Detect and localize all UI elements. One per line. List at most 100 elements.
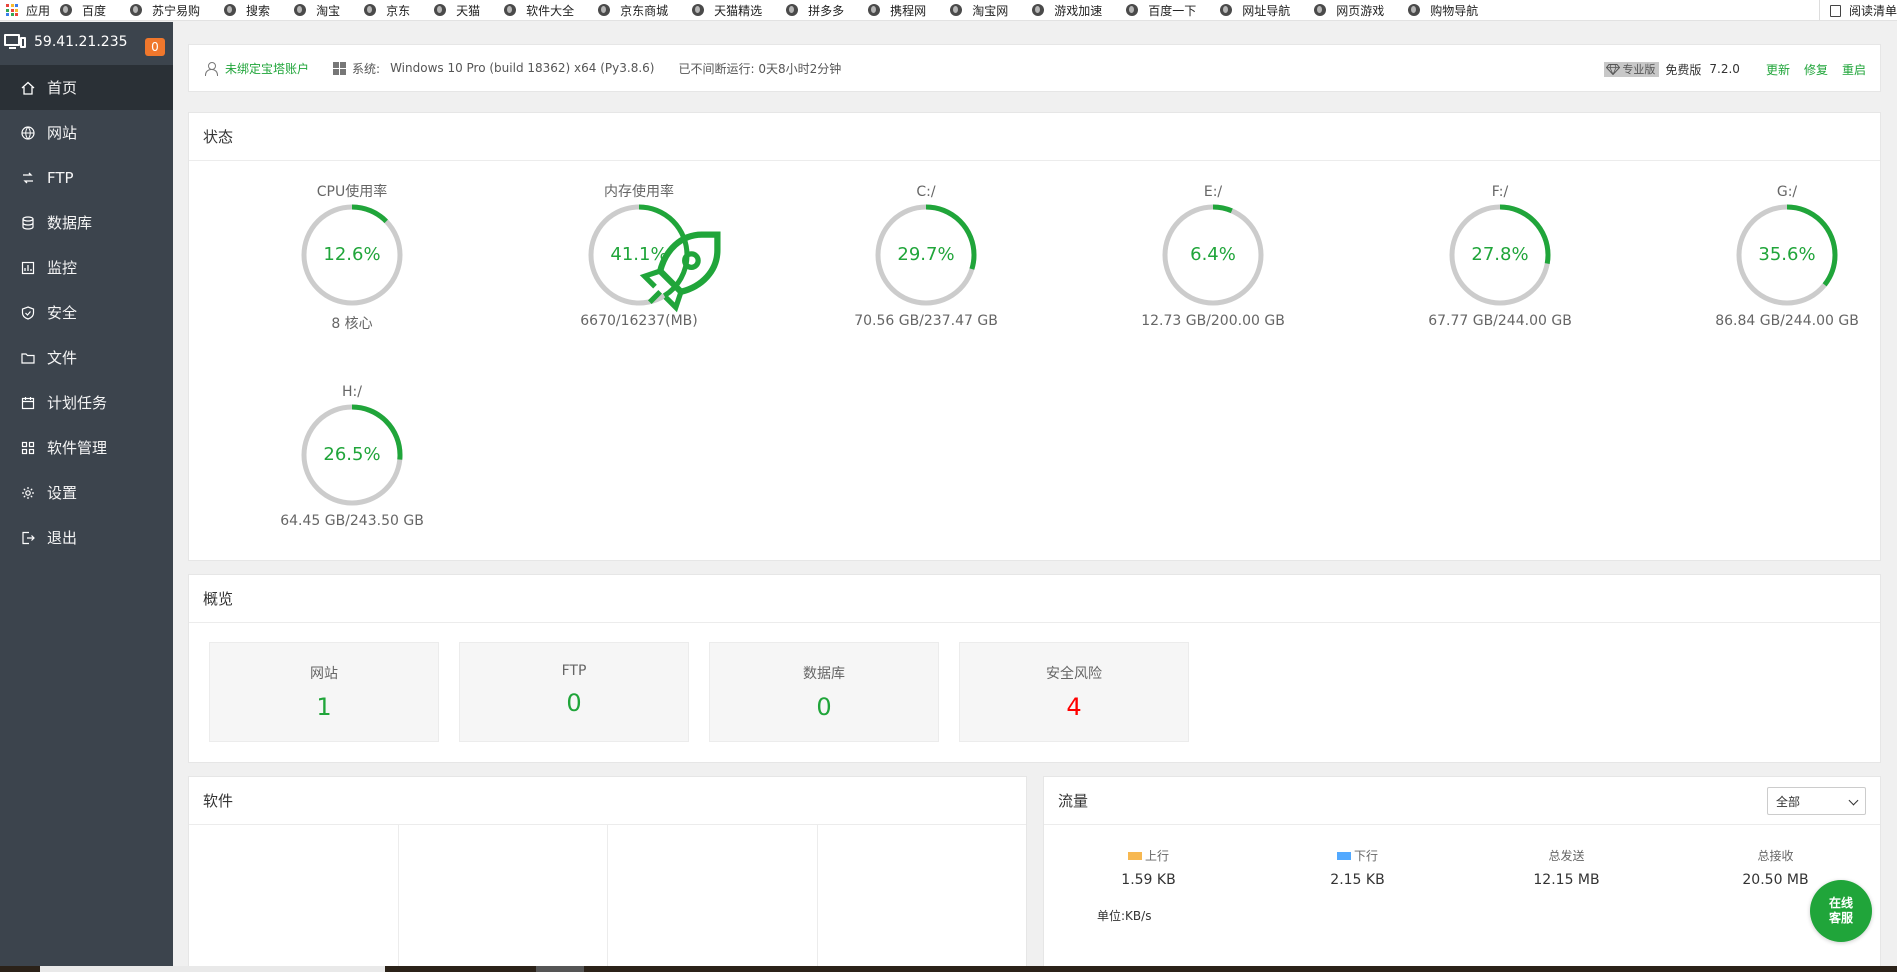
overview-card-value: 1 — [316, 693, 332, 721]
overview-card-label: 安全风险 — [1046, 666, 1102, 682]
overview-card[interactable]: 安全风险 4 — [959, 642, 1189, 742]
bookmark-item[interactable]: 京东 — [364, 2, 410, 19]
overview-card-value: 0 — [566, 689, 582, 717]
logout-icon — [21, 531, 35, 545]
gauge-detail: 12.73 GB/200.00 GB — [1141, 313, 1285, 329]
bookmark-label: 淘宝网 — [972, 3, 1009, 18]
sidebar-item-2[interactable]: FTP — [0, 155, 173, 200]
software-slot[interactable] — [189, 825, 399, 972]
runtime-text: 已不间断运行: 0天8小时2分钟 — [678, 61, 842, 76]
sidebar-item-6[interactable]: 文件 — [0, 335, 173, 380]
pro-edition-badge[interactable]: 专业版 — [1604, 61, 1660, 77]
gauge-card[interactable]: C:/ 29.7% 70.56 GB/237.47 GB — [826, 181, 1026, 329]
gauge-card[interactable]: E:/ 6.4% 12.73 GB/200.00 GB — [1113, 181, 1313, 329]
globe-icon — [294, 4, 307, 16]
sidebar-item-5[interactable]: 安全 — [0, 290, 173, 335]
sidebar-item-label: 设置 — [47, 484, 78, 502]
gauge-card[interactable]: H:/ 26.5% 64.45 GB/243.50 GB — [252, 381, 452, 529]
bookmark-label: 百度 — [82, 3, 107, 18]
gauge-label: C:/ — [916, 184, 936, 200]
bookmark-item[interactable]: 百度一下 — [1126, 2, 1196, 19]
bind-account-link[interactable]: 未绑定宝塔账户 — [189, 60, 309, 77]
gauge-label: H:/ — [342, 384, 362, 400]
repair-link[interactable]: 修复 — [1804, 61, 1828, 78]
traffic-stats: 上行 1.59 KB 下行 2.15 KB 总发送 12.15 MB 总接收 20.50 MB — [1044, 825, 1880, 888]
sidebar-item-label: 退出 — [47, 529, 78, 547]
gauge-card[interactable]: G:/ 35.6% 86.84 GB/244.00 GB — [1687, 181, 1887, 329]
bookmark-label: 淘宝 — [316, 3, 341, 18]
traffic-filter-select[interactable]: 全部 — [1767, 787, 1866, 815]
overview-card[interactable]: 网站 1 — [209, 642, 439, 742]
apps-shortcut[interactable]: 应用 — [0, 2, 50, 19]
bookmark-item[interactable]: 天猫 — [434, 2, 480, 19]
overview-card-label: FTP — [561, 663, 587, 679]
bookmark-label: 软件大全 — [526, 3, 575, 18]
software-slot[interactable] — [818, 825, 1027, 972]
ftp-icon — [21, 171, 35, 185]
gauge-card[interactable]: 内存使用率 41.1% 6670/16237(MB) — [539, 181, 739, 329]
sidebar: 59.41.21.235 0 首页 网站 FTP 数据库 监控 安全 文件 计划任务 软件管理设… — [0, 22, 173, 972]
bookmark-item[interactable]: 京东商城 — [598, 2, 668, 19]
sidebar-item-9[interactable]: 设置 — [0, 470, 173, 515]
bookmark-item[interactable]: 网址导航 — [1220, 2, 1290, 19]
globe-icon — [692, 4, 705, 16]
bookmark-item[interactable]: 搜索 — [224, 2, 270, 19]
bookmark-item[interactable]: 拼多多 — [786, 2, 844, 19]
bookmark-label: 携程网 — [890, 3, 927, 18]
monitor-chart-icon — [21, 261, 35, 275]
windows-icon — [333, 61, 347, 75]
gauge-percent: 26.5% — [323, 444, 381, 465]
traffic-stat-label: 总接收 — [1757, 849, 1794, 863]
sidebar-item-4[interactable]: 监控 — [0, 245, 173, 290]
globe-icon — [434, 4, 447, 16]
gauge-ring: 35.6% — [1735, 203, 1839, 307]
sidebar-item-1[interactable]: 网站 — [0, 110, 173, 155]
overview-card[interactable]: 数据库 0 — [709, 642, 939, 742]
database-icon — [21, 215, 35, 230]
sidebar-item-10[interactable]: 退出 — [0, 515, 173, 560]
traffic-stat: 上行 1.59 KB — [1044, 847, 1253, 888]
gauge-detail: 67.77 GB/244.00 GB — [1428, 313, 1572, 329]
restart-link[interactable]: 重启 — [1842, 61, 1866, 78]
sidebar-item-3[interactable]: 数据库 — [0, 200, 173, 245]
traffic-stat-value: 1.59 KB — [1121, 872, 1176, 888]
sidebar-item-0[interactable]: 首页 — [0, 65, 173, 110]
update-link[interactable]: 更新 — [1766, 61, 1790, 78]
overview-card-label: 网站 — [310, 666, 338, 682]
gauge-card[interactable]: CPU使用率 12.6% 8 核心 — [252, 181, 452, 333]
reading-list-button[interactable]: 阅读清单 — [1818, 0, 1897, 20]
version-number: 7.2.0 — [1709, 62, 1740, 76]
gauge-label: F:/ — [1491, 184, 1509, 200]
bookmark-item[interactable]: 网页游戏 — [1314, 2, 1384, 19]
sidebar-item-7[interactable]: 计划任务 — [0, 380, 173, 425]
sidebar-item-label: FTP — [47, 168, 74, 187]
gauge-card[interactable]: F:/ 27.8% 67.77 GB/244.00 GB — [1400, 181, 1600, 329]
user-icon — [205, 61, 218, 76]
traffic-stat-label: 上行 — [1144, 849, 1169, 863]
legend-swatch — [1127, 851, 1142, 860]
bookmark-item[interactable]: 淘宝网 — [950, 2, 1008, 19]
bookmark-list: 百度 苏宁易购 搜索 淘宝 京东 天猫 软件大全 京东商城 天猫精选 拼多多 携程网 淘宝网 游戏加速 百… — [60, 2, 1502, 19]
software-slot[interactable] — [399, 825, 608, 972]
traffic-stat-value: 2.15 KB — [1330, 872, 1385, 888]
bookmark-item[interactable]: 天猫精选 — [692, 2, 762, 19]
bookmark-item[interactable]: 携程网 — [868, 2, 926, 19]
traffic-unit-label: 单位:KB/s — [1097, 909, 1152, 923]
online-support-button[interactable]: 在线 客服 — [1810, 880, 1872, 942]
notification-badge[interactable]: 0 — [145, 38, 165, 56]
bookmark-item[interactable]: 苏宁易购 — [130, 2, 200, 19]
bookmark-item[interactable]: 游戏加速 — [1032, 2, 1102, 19]
bookmark-item[interactable]: 软件大全 — [504, 2, 574, 19]
bookmark-item[interactable]: 百度 — [60, 2, 106, 19]
globe-icon — [868, 4, 881, 16]
bookmark-item[interactable]: 购物导航 — [1408, 2, 1478, 19]
bookmark-label: 京东商城 — [620, 3, 669, 18]
software-slot[interactable] — [608, 825, 818, 972]
sidebar-item-label: 文件 — [47, 349, 78, 367]
sidebar-item-8[interactable]: 软件管理 — [0, 425, 173, 470]
diamond-icon — [1606, 63, 1621, 75]
overview-card[interactable]: FTP 0 — [459, 642, 689, 742]
gauge-ring: 26.5% — [300, 403, 404, 507]
free-edition-label: 免费版 — [1665, 62, 1702, 77]
bookmark-item[interactable]: 淘宝 — [294, 2, 340, 19]
